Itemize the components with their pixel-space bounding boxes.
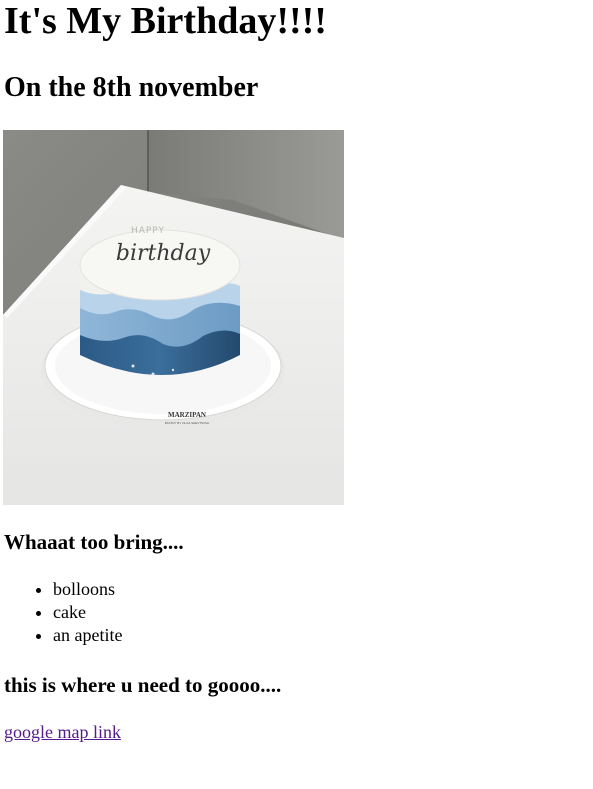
list-item: cake [53, 601, 122, 624]
bring-list: bolloons cake an apetite [0, 578, 122, 647]
birthday-cake-photo: HAPPY birthday MARZIPAN PASTRY BY OLGA S… [3, 130, 344, 505]
google-map-link[interactable]: google map link [4, 721, 121, 744]
board-brand-text: MARZIPAN [168, 411, 206, 419]
date-subheading: On the 8th november [4, 72, 259, 103]
page-title: It's My Birthday!!!! [4, 0, 327, 42]
birthday-page: It's My Birthday!!!! On the 8th november [0, 0, 593, 789]
list-item: bolloons [53, 578, 122, 601]
location-heading: this is where u need to goooo.... [4, 673, 282, 697]
cake-top-text: HAPPY [131, 226, 165, 236]
board-tagline-text: PASTRY BY OLGA SHEVTSOVA [165, 421, 209, 425]
cake-script-text: birthday [116, 241, 211, 266]
bring-heading: Whaaat too bring.... [4, 530, 184, 554]
list-item: an apetite [53, 624, 122, 647]
